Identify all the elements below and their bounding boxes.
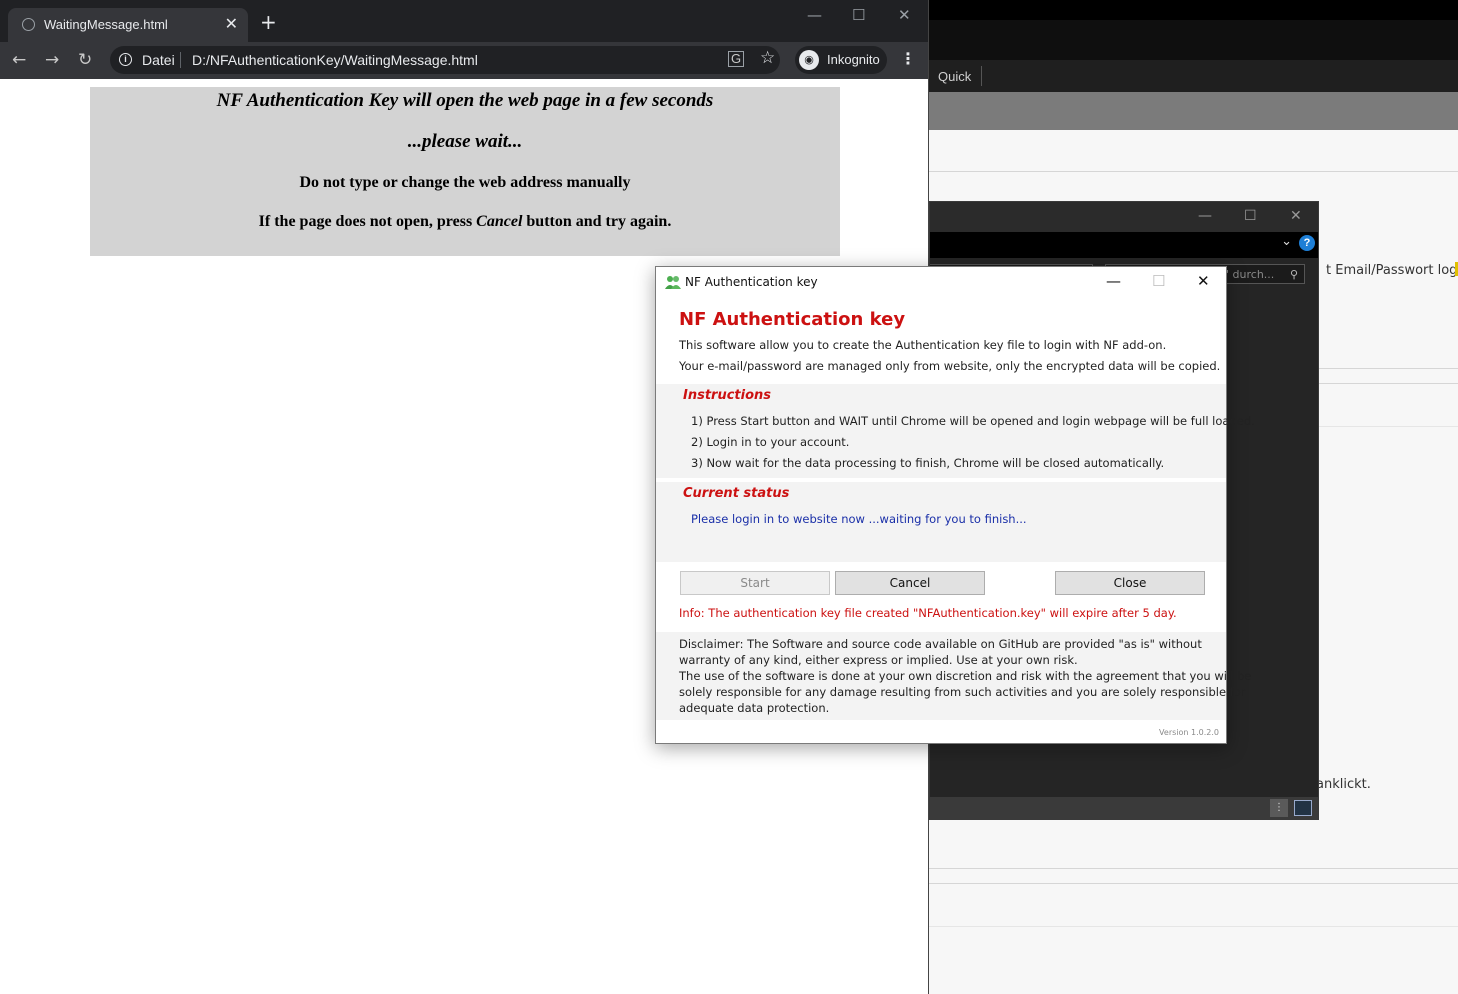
dialog-window-title: NF Authentication key <box>685 275 818 289</box>
close-button[interactable]: Close <box>1055 571 1205 595</box>
background-text-clicks: anklickt. <box>1316 777 1371 792</box>
version-label: Version 1.0.2.0 <box>1159 728 1219 737</box>
instruction-item: 1) Press Start button and WAIT until Chr… <box>691 414 1255 428</box>
reload-icon[interactable]: ↻ <box>78 50 92 70</box>
maximize-icon: ☐ <box>1152 272 1166 290</box>
search-icon: ⚲ <box>1289 268 1298 281</box>
minimize-icon[interactable]: — <box>1106 272 1121 290</box>
star-icon[interactable]: ☆ <box>760 48 775 68</box>
incognito-badge[interactable]: ◉ Inkognito <box>795 46 887 74</box>
back-icon[interactable]: ← <box>12 50 26 70</box>
url-text[interactable]: D:/NFAuthenticationKey/WaitingMessage.ht… <box>192 52 478 68</box>
intro-text-1: This software allow you to create the Au… <box>679 338 1167 352</box>
incognito-icon: ◉ <box>799 50 819 70</box>
maximize-icon[interactable]: ☐ <box>852 6 865 24</box>
close-icon[interactable]: ✕ <box>1197 272 1210 290</box>
instruction-item: 2) Login in to your account. <box>691 435 850 449</box>
background-text-login: t Email/Passwort login. <box>1326 263 1458 278</box>
close-icon[interactable]: ✕ <box>898 6 911 24</box>
info-text: Info: The authentication key file create… <box>679 606 1177 620</box>
scheme-label: Datei <box>142 52 175 68</box>
message-line-4-pre: If the page does not open, press <box>258 213 477 230</box>
background-quick-link[interactable]: Quick <box>938 69 971 84</box>
dark-window-statusbar: ⋮ <box>930 797 1318 819</box>
nf-auth-dialog: NF Authentication key — ☐ ✕ NF Authentic… <box>655 266 1255 744</box>
message-line-4: If the page does not open, press Cancel … <box>90 213 840 231</box>
cancel-button[interactable]: Cancel <box>835 571 985 595</box>
background-divider <box>929 868 1458 869</box>
status-section: Current status Please login in to websit… <box>656 482 1226 562</box>
close-icon[interactable]: ✕ <box>225 14 238 33</box>
browser-tab[interactable]: WaitingMessage.html ✕ <box>8 8 248 42</box>
message-line-1: NF Authentication Key will open the web … <box>216 90 714 111</box>
background-banner <box>929 92 1458 130</box>
status-title: Current status <box>683 486 790 501</box>
background-divider <box>929 926 1458 927</box>
dialog-heading: NF Authentication key <box>679 309 906 330</box>
background-separator <box>981 66 982 86</box>
disclaimer-section: Disclaimer: The Software and source code… <box>656 632 1251 720</box>
help-icon[interactable]: ? <box>1299 235 1315 251</box>
disclaimer-line: adequate data protection. <box>679 701 830 715</box>
browser-tabbar: WaitingMessage.html ✕ + — ☐ ✕ <box>0 0 928 42</box>
background-tabbar <box>929 20 1458 61</box>
details-view-icon[interactable]: ⋮ <box>1270 799 1288 817</box>
background-divider <box>929 171 1458 172</box>
disclaimer-line: solely responsible for any damage result… <box>679 685 1246 699</box>
message-line-2: ...please wait... <box>407 131 523 152</box>
status-text: Please login in to website now ...waitin… <box>691 512 1027 526</box>
globe-icon <box>22 18 35 31</box>
disclaimer-line: The use of the software is done at your … <box>679 669 1252 683</box>
browser-toolbar: ← → ↻ i Datei D:/NFAuthenticationKey/Wai… <box>0 42 928 79</box>
people-icon <box>665 276 681 289</box>
message-line-4-emphasis: Cancel <box>476 213 523 230</box>
message-line-3: Do not type or change the web address ma… <box>299 174 631 191</box>
intro-text-2: Your e-mail/password are managed only fr… <box>679 359 1221 373</box>
start-button[interactable]: Start <box>680 571 830 595</box>
instruction-item: 3) Now wait for the data processing to f… <box>691 456 1165 470</box>
close-icon[interactable]: ✕ <box>1290 208 1302 224</box>
waiting-message-box: NF Authentication Key will open the web … <box>90 87 840 256</box>
maximize-icon[interactable]: ☐ <box>1244 208 1257 224</box>
chevron-down-icon[interactable]: ⌄ <box>1281 234 1292 249</box>
instructions-section: Instructions 1) Press Start button and W… <box>656 384 1255 478</box>
instructions-title: Instructions <box>683 388 772 403</box>
disclaimer-line: Disclaimer: The Software and source code… <box>679 637 1202 651</box>
preview-view-icon[interactable] <box>1294 800 1312 816</box>
minimize-icon[interactable]: — <box>807 6 822 24</box>
incognito-label: Inkognito <box>827 52 880 67</box>
disclaimer-line: warranty of any kind, either express or … <box>679 653 1078 667</box>
background-divider <box>929 883 1458 884</box>
message-line-4-post: button and try again. <box>522 213 672 230</box>
background-titlebar <box>929 0 1458 20</box>
new-tab-icon[interactable]: + <box>260 10 277 34</box>
info-icon[interactable]: i <box>119 53 132 66</box>
address-separator <box>180 52 181 68</box>
search-placeholder: " durch... <box>1224 268 1275 281</box>
menu-icon[interactable]: ⋮ <box>900 49 916 68</box>
tab-title: WaitingMessage.html <box>44 17 168 32</box>
forward-icon[interactable]: → <box>45 50 59 70</box>
quick-label: Quick <box>938 69 972 84</box>
address-bar[interactable]: i Datei D:/NFAuthenticationKey/WaitingMe… <box>110 46 780 74</box>
dark-window-addressbar: ⌄ ? <box>930 232 1318 258</box>
background-toolbar <box>929 60 1458 92</box>
dark-window-titlebar: — ☐ ✕ <box>930 202 1318 232</box>
translate-icon[interactable]: G <box>728 51 744 67</box>
minimize-icon[interactable]: — <box>1198 208 1212 224</box>
